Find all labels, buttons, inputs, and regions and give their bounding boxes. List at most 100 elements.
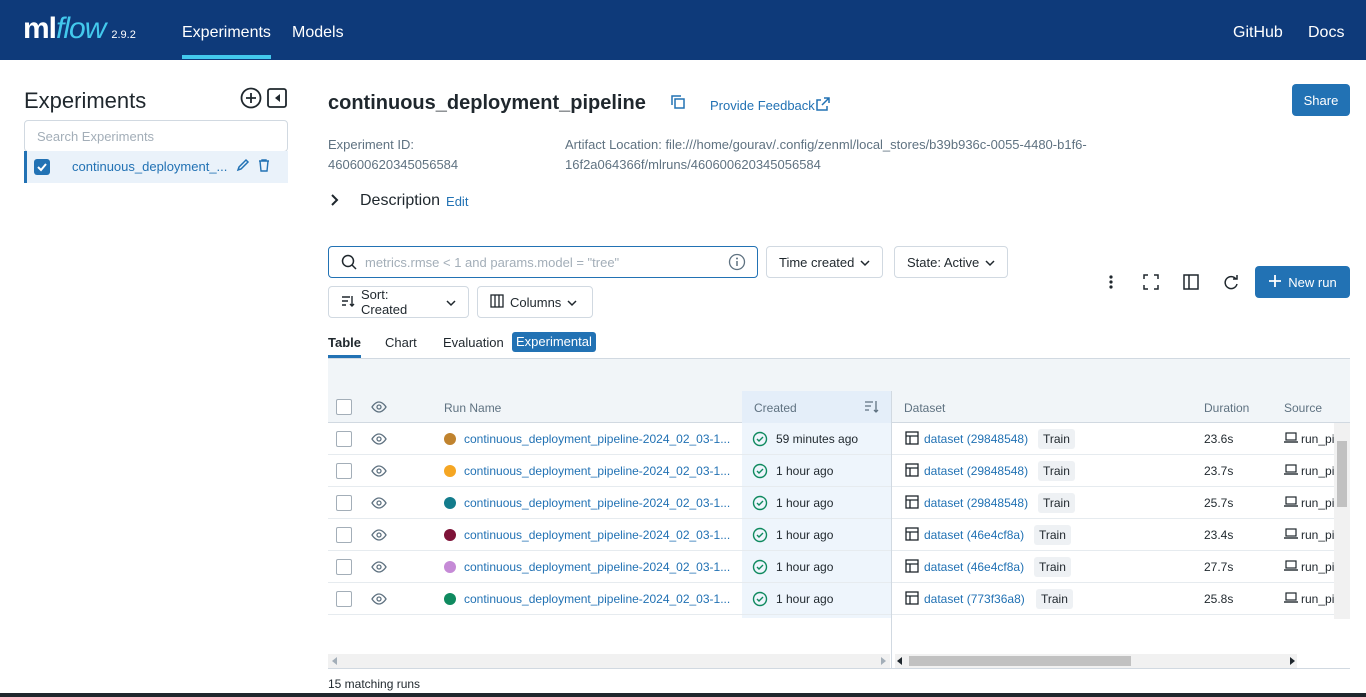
run-color-dot[interactable] [444, 465, 456, 477]
sort-desc-icon[interactable] [864, 400, 880, 417]
select-all-checkbox[interactable] [336, 399, 352, 415]
tab-experimental[interactable]: Experimental [512, 332, 596, 352]
dataset-tag: Train [1038, 493, 1075, 513]
column-header-source[interactable]: Source [1284, 401, 1322, 415]
dataset-link[interactable]: dataset (46e4cf8a) [924, 560, 1024, 574]
external-link-icon[interactable] [816, 97, 830, 114]
horizontal-scrollbar-right[interactable] [895, 654, 1297, 668]
row-checkbox[interactable] [336, 591, 352, 607]
eye-icon[interactable] [371, 432, 387, 449]
eye-icon[interactable] [371, 528, 387, 545]
vertical-scrollbar[interactable] [1334, 423, 1350, 619]
dataset-link[interactable]: dataset (29848548) [924, 432, 1028, 446]
table-row[interactable]: continuous_deployment_pipeline-2024_02_0… [328, 487, 1334, 519]
add-experiment-icon[interactable] [240, 87, 262, 109]
vertical-scrollbar-thumb[interactable] [1337, 441, 1347, 507]
dataset-link[interactable]: dataset (29848548) [924, 496, 1028, 510]
run-name-link[interactable]: continuous_deployment_pipeline-2024_02_0… [464, 496, 730, 510]
github-link[interactable]: GitHub [1233, 24, 1283, 42]
source-value[interactable]: run_pi [1301, 592, 1334, 606]
columns-label: Columns [510, 294, 562, 310]
dataset-link[interactable]: dataset (773f36a8) [924, 592, 1025, 606]
row-checkbox[interactable] [336, 463, 352, 479]
share-button[interactable]: Share [1292, 84, 1350, 116]
horizontal-scrollbar-thumb[interactable] [909, 656, 1131, 666]
run-color-dot[interactable] [444, 529, 456, 541]
nav-tab-models[interactable]: Models [292, 24, 344, 42]
mlflow-logo[interactable]: ml flow 2.9.2 [23, 12, 136, 46]
sidebar-item-experiment[interactable]: continuous_deployment_... [24, 151, 288, 183]
source-value[interactable]: run_pi [1301, 464, 1334, 478]
source-value[interactable]: run_pi [1301, 432, 1334, 446]
source-value[interactable]: run_pi [1301, 560, 1334, 574]
column-header-created[interactable]: Created [754, 401, 797, 415]
run-color-dot[interactable] [444, 497, 456, 509]
run-color-dot[interactable] [444, 593, 456, 605]
table-row[interactable]: continuous_deployment_pipeline-2024_02_0… [328, 423, 1334, 455]
created-time: 59 minutes ago [776, 432, 859, 446]
table-row[interactable]: continuous_deployment_pipeline-2024_02_0… [328, 583, 1334, 615]
chevron-right-icon[interactable] [330, 193, 340, 209]
row-checkbox[interactable] [336, 495, 352, 511]
column-header-run-name[interactable]: Run Name [444, 401, 501, 415]
search-experiments-input[interactable] [24, 120, 288, 152]
sort-dropdown[interactable]: Sort: Created [328, 286, 469, 318]
trash-icon[interactable] [257, 158, 271, 175]
copy-icon[interactable] [670, 94, 686, 113]
tab-evaluation[interactable]: Evaluation [443, 335, 504, 350]
tab-table[interactable]: Table [328, 335, 361, 358]
description-edit-link[interactable]: Edit [446, 194, 468, 209]
tab-chart[interactable]: Chart [385, 335, 417, 350]
fullscreen-icon[interactable] [1143, 273, 1159, 294]
eye-icon[interactable] [371, 496, 387, 513]
experiment-id-value: 460600620345056584 [328, 157, 459, 172]
row-checkbox[interactable] [336, 527, 352, 543]
dataset-link[interactable]: dataset (46e4cf8a) [924, 528, 1024, 542]
row-checkbox[interactable] [336, 559, 352, 575]
created-time: 1 hour ago [776, 464, 834, 478]
description-section[interactable]: Description Edit [330, 192, 468, 210]
run-name-link[interactable]: continuous_deployment_pipeline-2024_02_0… [464, 432, 730, 446]
run-color-dot[interactable] [444, 433, 456, 445]
eye-icon[interactable] [371, 464, 387, 481]
eye-icon[interactable] [371, 592, 387, 609]
source-value[interactable]: run_pi [1301, 528, 1334, 542]
edit-icon[interactable] [235, 157, 251, 176]
artifact-location-value: 16f2a064366f/mlruns/460600620345056584 [565, 157, 821, 172]
docs-link[interactable]: Docs [1308, 24, 1344, 42]
table-row[interactable]: continuous_deployment_pipeline-2024_02_0… [328, 455, 1334, 487]
sidebar-actions [240, 87, 288, 109]
dataset-link[interactable]: dataset (29848548) [924, 464, 1028, 478]
run-name-link[interactable]: continuous_deployment_pipeline-2024_02_0… [464, 560, 730, 574]
run-color-dot[interactable] [444, 561, 456, 573]
info-icon[interactable] [728, 253, 746, 274]
table-icon [905, 527, 919, 544]
state-dropdown[interactable]: State: Active [894, 246, 1009, 278]
run-name-link[interactable]: continuous_deployment_pipeline-2024_02_0… [464, 464, 730, 478]
sort-label: Sort: Created [361, 287, 408, 317]
nav-tab-experiments[interactable]: Experiments [182, 24, 271, 59]
run-name-link[interactable]: continuous_deployment_pipeline-2024_02_0… [464, 528, 730, 542]
new-run-button[interactable]: New run [1255, 266, 1350, 298]
table-icon [905, 591, 919, 608]
collapse-sidebar-icon[interactable] [266, 87, 288, 109]
columns-dropdown[interactable]: Columns [477, 286, 593, 318]
source-value[interactable]: run_pi [1301, 496, 1334, 510]
refresh-icon[interactable] [1223, 273, 1239, 294]
side-panel-icon[interactable] [1183, 273, 1199, 294]
eye-icon[interactable] [371, 400, 387, 417]
provide-feedback-link[interactable]: Provide Feedback [710, 98, 815, 113]
table-row[interactable]: continuous_deployment_pipeline-2024_02_0… [328, 519, 1334, 551]
eye-icon[interactable] [371, 560, 387, 577]
experiment-checkbox[interactable] [34, 159, 50, 175]
kebab-menu-icon[interactable] [1104, 273, 1118, 294]
runs-search-input[interactable]: metrics.rmse < 1 and params.model = "tre… [328, 246, 758, 278]
run-name-link[interactable]: continuous_deployment_pipeline-2024_02_0… [464, 592, 730, 606]
column-header-duration[interactable]: Duration [1204, 401, 1249, 415]
horizontal-scrollbar-left[interactable] [328, 654, 890, 668]
table-row[interactable]: continuous_deployment_pipeline-2024_02_0… [328, 551, 1334, 583]
time-created-dropdown[interactable]: Time created [766, 246, 884, 278]
new-run-label: New run [1288, 274, 1337, 290]
row-checkbox[interactable] [336, 431, 352, 447]
column-header-dataset[interactable]: Dataset [904, 401, 945, 415]
